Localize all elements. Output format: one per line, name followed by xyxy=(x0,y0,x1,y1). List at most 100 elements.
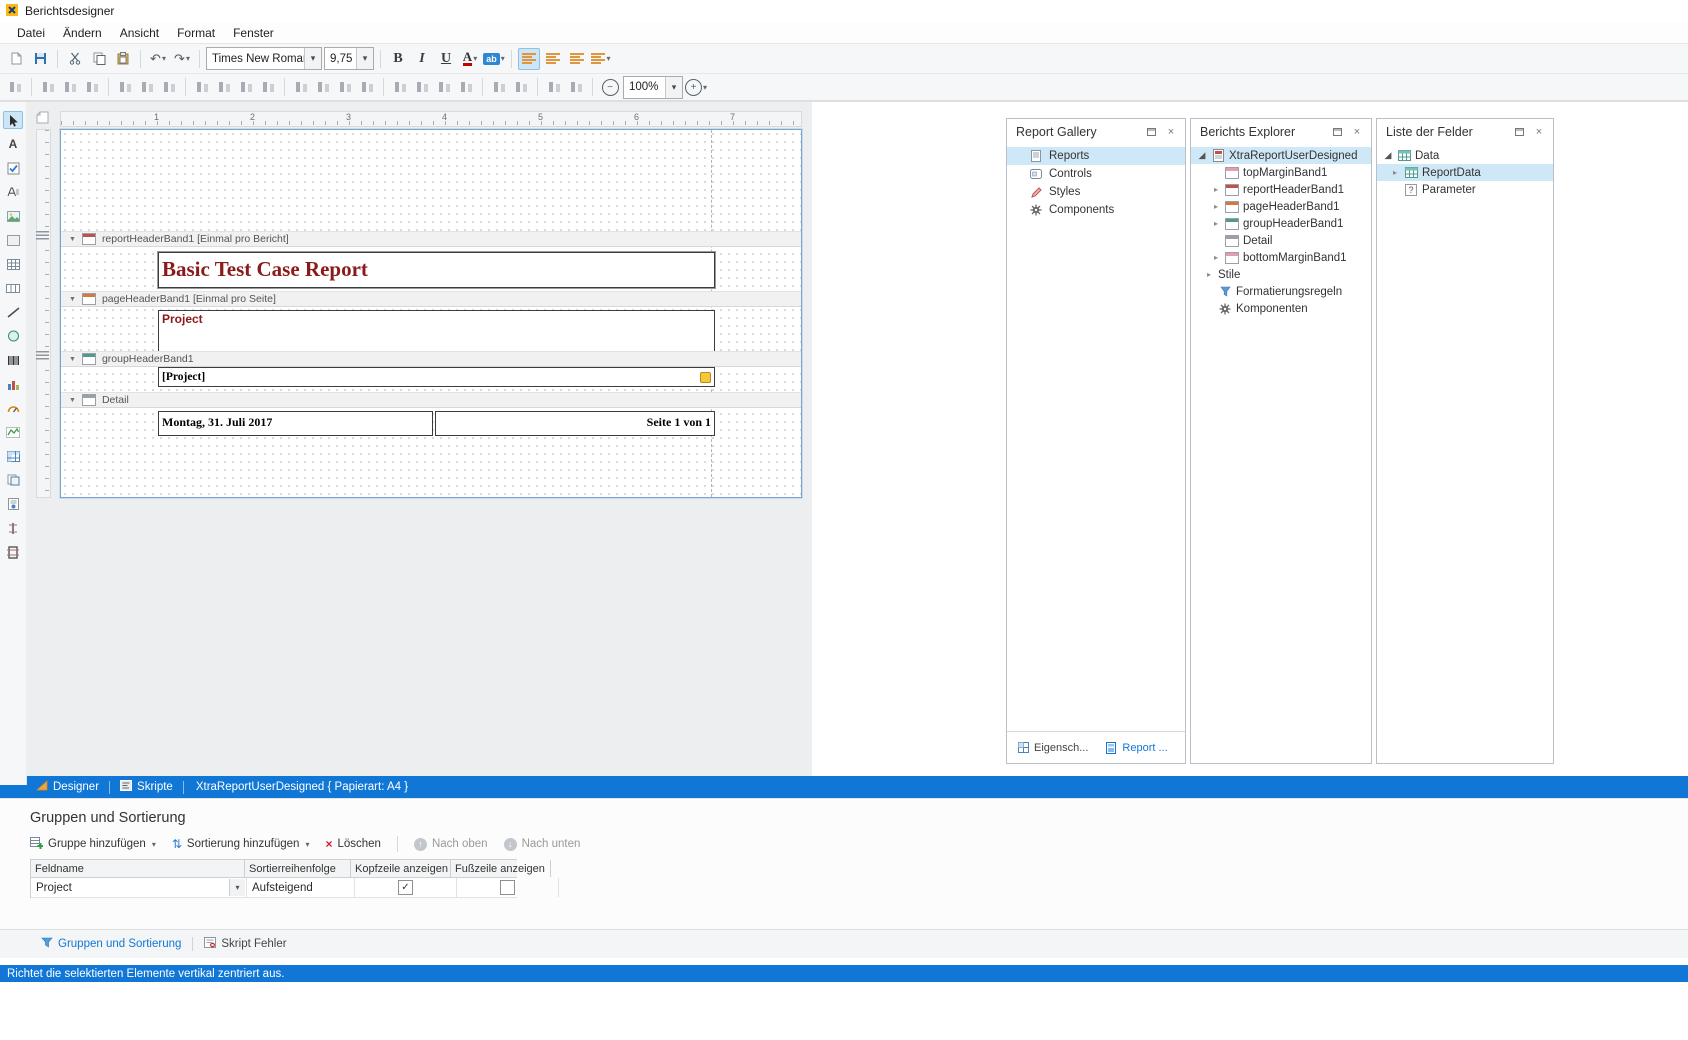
tree-node-bottom-margin[interactable]: ▸ bottomMarginBand1 xyxy=(1191,249,1371,266)
send-to-back-icon[interactable] xyxy=(566,77,586,97)
equal-horizontal-spacing-icon[interactable] xyxy=(291,77,311,97)
tree-node-stile[interactable]: ▸ Stile xyxy=(1191,266,1371,283)
make-same-size-icon[interactable] xyxy=(258,77,278,97)
chevron-down-icon[interactable]: ▾ xyxy=(665,77,682,98)
add-group-button[interactable]: Gruppe hinzufügen ▾ xyxy=(30,837,156,852)
size-to-grid-icon[interactable] xyxy=(214,77,234,97)
underline-button[interactable]: U xyxy=(435,48,457,70)
zoom-in-button[interactable]: +▾ xyxy=(685,76,707,98)
add-sort-button[interactable]: ⇅ Sortierung hinzufügen ▾ xyxy=(172,838,310,850)
gallery-item-controls[interactable]: Controls xyxy=(1007,165,1185,183)
chevron-down-icon[interactable]: ▾ xyxy=(703,83,707,92)
tree-node-report-root[interactable]: ◢ XtraReportUserDesigned xyxy=(1191,147,1371,164)
picture-tool[interactable] xyxy=(3,207,23,225)
make-same-width-icon[interactable] xyxy=(192,77,212,97)
collapse-node-icon[interactable]: ◢ xyxy=(1383,151,1393,160)
design-workspace[interactable]: 1 2 3 4 5 6 7 ▼ reportHeaderBand1 [Einma… xyxy=(26,102,812,776)
align-left-edges-icon[interactable] xyxy=(38,77,58,97)
band-collapse-icon[interactable]: ▼ xyxy=(69,397,76,404)
zoom-select[interactable]: 100% ▾ xyxy=(623,76,683,99)
column-header-kopfzeile[interactable]: Kopfzeile anzeigen xyxy=(351,860,451,877)
tree-node-formatierungsregeln[interactable]: Formatierungsregeln xyxy=(1191,283,1371,300)
move-down-button[interactable]: ↓ Nach unten xyxy=(504,838,581,851)
footer-visible-cell[interactable] xyxy=(457,878,559,897)
font-color-button[interactable]: A▾ xyxy=(459,48,481,70)
tab-skripte[interactable]: Skripte xyxy=(110,776,183,798)
report-header-band-strip[interactable]: ▼ reportHeaderBand1 [Einmal pro Bericht] xyxy=(61,231,801,247)
remove-vertical-spacing-icon[interactable] xyxy=(456,77,476,97)
band-collapse-icon[interactable]: ▼ xyxy=(69,356,76,363)
close-icon[interactable]: × xyxy=(1349,124,1365,140)
tab-skript-fehler[interactable]: Skript Fehler xyxy=(193,930,297,958)
report-title-label[interactable]: Basic Test Case Report xyxy=(158,252,715,288)
make-same-height-icon[interactable] xyxy=(236,77,256,97)
page-header-label[interactable]: Project xyxy=(158,310,715,352)
align-to-grid-icon[interactable] xyxy=(5,77,25,97)
group-header-band-strip[interactable]: ▼ groupHeaderBand1 xyxy=(61,351,801,367)
equal-vertical-spacing-icon[interactable] xyxy=(390,77,410,97)
align-bottom-edges-icon[interactable] xyxy=(159,77,179,97)
chevron-down-icon[interactable]: ▾ xyxy=(473,54,477,63)
band-collapse-icon[interactable]: ▼ xyxy=(69,236,76,243)
float-window-icon[interactable] xyxy=(1329,124,1345,140)
gallery-item-styles[interactable]: Styles xyxy=(1007,183,1185,201)
close-icon[interactable]: × xyxy=(1531,124,1547,140)
panel-tool[interactable] xyxy=(3,231,23,249)
bold-button[interactable]: B xyxy=(387,48,409,70)
chevron-down-icon[interactable]: ▾ xyxy=(186,54,190,63)
bring-to-front-icon[interactable] xyxy=(544,77,564,97)
group-field-label[interactable]: [Project] xyxy=(158,367,715,387)
chevron-down-icon[interactable]: ▾ xyxy=(162,54,166,63)
tree-node-data[interactable]: ◢ Data xyxy=(1377,147,1553,164)
align-top-edges-icon[interactable] xyxy=(115,77,135,97)
tree-node-group-header[interactable]: ▸ groupHeaderBand1 xyxy=(1191,215,1371,232)
zoom-out-button[interactable]: − xyxy=(599,76,621,98)
float-window-icon[interactable] xyxy=(1143,124,1159,140)
pivot-grid-tool[interactable] xyxy=(3,447,23,465)
column-header-feldname[interactable]: Feldname xyxy=(31,860,245,877)
menu-datei[interactable]: Datei xyxy=(8,24,54,42)
checkbox-checked-icon[interactable]: ✓ xyxy=(398,880,413,895)
tab-eigenschaften[interactable]: Eigensch... xyxy=(1009,734,1095,761)
character-comb-tool[interactable] xyxy=(3,279,23,297)
align-horizontal-centers-icon[interactable] xyxy=(60,77,80,97)
menu-ansicht[interactable]: Ansicht xyxy=(111,24,168,42)
line-tool[interactable] xyxy=(3,303,23,321)
barcode-tool[interactable] xyxy=(3,351,23,369)
page-info-label[interactable]: Seite 1 von 1 xyxy=(435,411,715,436)
undo-button[interactable]: ↶▾ xyxy=(147,48,169,70)
expand-node-icon[interactable]: ▸ xyxy=(1211,203,1221,211)
align-right-edges-icon[interactable] xyxy=(82,77,102,97)
checkbox-tool[interactable] xyxy=(3,159,23,177)
menu-fenster[interactable]: Fenster xyxy=(224,24,283,42)
close-icon[interactable]: × xyxy=(1163,124,1179,140)
chevron-down-icon[interactable]: ▾ xyxy=(606,54,610,63)
decrease-vertical-spacing-icon[interactable] xyxy=(434,77,454,97)
save-button[interactable] xyxy=(29,48,51,70)
increase-vertical-spacing-icon[interactable] xyxy=(412,77,432,97)
delete-button[interactable]: × Löschen xyxy=(325,837,381,851)
menu-format[interactable]: Format xyxy=(168,24,224,42)
expand-node-icon[interactable]: ▸ xyxy=(1211,254,1221,262)
align-text-justify-button[interactable]: ▾ xyxy=(590,48,612,70)
header-visible-cell[interactable]: ✓ xyxy=(355,878,457,897)
collapse-node-icon[interactable]: ◢ xyxy=(1197,151,1207,160)
align-vertical-centers-icon[interactable] xyxy=(137,77,157,97)
expand-node-icon[interactable]: ▸ xyxy=(1204,271,1214,279)
detail-band-strip[interactable]: ▼ Detail xyxy=(61,392,801,408)
sparkline-tool[interactable] xyxy=(3,423,23,441)
increase-horizontal-spacing-icon[interactable] xyxy=(313,77,333,97)
band-collapse-icon[interactable]: ▼ xyxy=(69,296,76,303)
tab-designer[interactable]: Designer xyxy=(26,776,109,798)
panel-header[interactable]: Liste der Felder × xyxy=(1377,119,1553,145)
gauge-tool[interactable] xyxy=(3,399,23,417)
align-text-center-button[interactable] xyxy=(542,48,564,70)
menu-aendern[interactable]: Ändern xyxy=(54,24,111,42)
chevron-down-icon[interactable]: ▾ xyxy=(501,54,505,63)
tree-node-detail[interactable]: Detail xyxy=(1191,232,1371,249)
paste-button[interactable] xyxy=(112,48,134,70)
highlight-color-button[interactable]: ab▾ xyxy=(483,48,505,70)
align-text-left-button[interactable] xyxy=(518,48,540,70)
font-family-select[interactable]: Times New Roman ▾ xyxy=(206,47,322,70)
chevron-down-icon[interactable]: ▾ xyxy=(304,48,321,69)
